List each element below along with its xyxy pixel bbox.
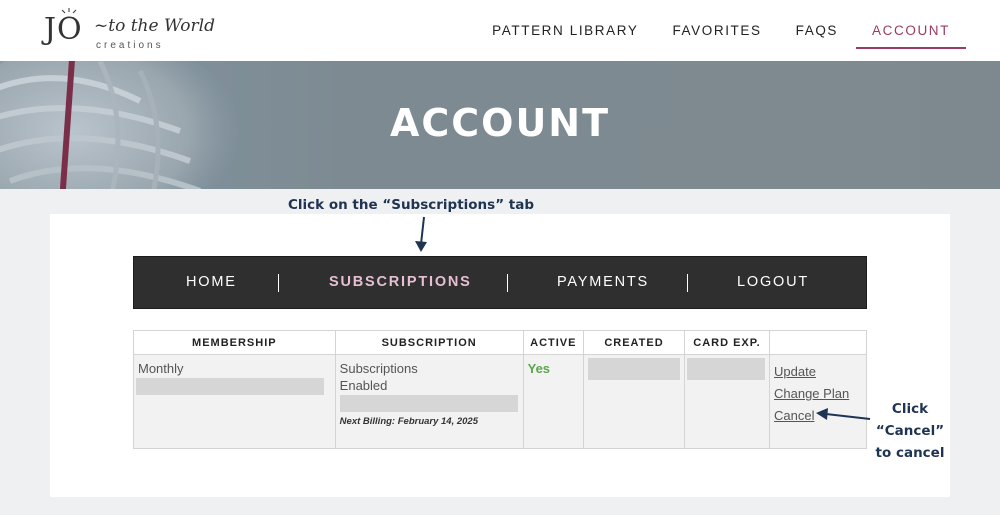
tab-payments[interactable]: PAYMENTS <box>557 257 649 308</box>
cell-active: Yes <box>522 354 585 449</box>
redacted-block <box>588 358 680 380</box>
col-header-subscription: SUBSCRIPTION <box>334 330 524 355</box>
col-header-created: CREATED <box>583 330 685 355</box>
cancel-link[interactable]: Cancel <box>774 405 862 427</box>
tab-separator <box>507 274 508 292</box>
active-status: Yes <box>527 361 551 376</box>
change-plan-link[interactable]: Change Plan <box>774 383 862 405</box>
col-header-card-exp: CARD EXP. <box>684 330 770 355</box>
membership-value: Monthly <box>138 361 184 376</box>
tab-hint-annotation: Click on the “Subscriptions” tab <box>288 197 535 213</box>
tab-home[interactable]: HOME <box>186 257 237 308</box>
page-title: ACCOUNT <box>389 101 611 145</box>
nav-account[interactable]: ACCOUNT <box>856 0 966 61</box>
table-header-row: MEMBERSHIP SUBSCRIPTION ACTIVE CREATED C… <box>133 330 867 355</box>
nav-faqs[interactable]: FAQS <box>796 0 838 61</box>
cancel-hint-line: to cancel <box>875 445 945 461</box>
subscriptions-table: MEMBERSHIP SUBSCRIPTION ACTIVE CREATED C… <box>133 330 867 449</box>
site-header: JO ~to the World creations PATTERN LIBRA… <box>0 0 1000 61</box>
logo-main-text: JO <box>44 12 83 47</box>
col-header-actions <box>769 330 867 355</box>
hero-banner: ACCOUNT <box>0 61 1000 189</box>
cell-card-exp <box>684 354 770 449</box>
tab-logout[interactable]: LOGOUT <box>737 257 809 308</box>
cell-subscription: Subscriptions Enabled Next Billing: Febr… <box>334 354 524 449</box>
redacted-block <box>687 358 765 380</box>
tab-subscriptions[interactable]: SUBSCRIPTIONS <box>329 257 472 308</box>
col-header-membership: MEMBERSHIP <box>133 330 336 355</box>
redacted-block <box>339 395 518 412</box>
account-tab-bar: HOME SUBSCRIPTIONS PAYMENTS LOGOUT <box>133 256 867 309</box>
cell-membership: Monthly <box>133 354 336 449</box>
logo-sub-text: creations <box>96 40 164 51</box>
cell-created <box>583 354 685 449</box>
logo-script-text: ~to the World <box>94 16 215 36</box>
tab-separator <box>278 274 279 292</box>
nav-pattern-library[interactable]: PATTERN LIBRARY <box>492 0 638 61</box>
redacted-block <box>136 378 324 395</box>
nav-favorites[interactable]: FAVORITES <box>672 0 761 61</box>
site-logo[interactable]: JO ~to the World creations <box>44 8 215 56</box>
update-link[interactable]: Update <box>774 361 862 383</box>
table-row: Monthly Subscriptions Enabled Next Billi… <box>133 354 867 449</box>
cancel-hint-line: Click <box>891 401 929 417</box>
subscription-line-1: Subscriptions <box>339 361 418 376</box>
cancel-hint-annotation: Click “Cancel” to cancel <box>872 398 948 464</box>
cell-actions: Update Change Plan Cancel <box>769 354 867 449</box>
col-header-active: ACTIVE <box>522 330 585 355</box>
tab-separator <box>687 274 688 292</box>
next-billing-text: Next Billing: February 14, 2025 <box>339 416 479 427</box>
cancel-hint-line: “Cancel” <box>875 423 945 439</box>
main-nav: PATTERN LIBRARY FAVORITES FAQS ACCOUNT <box>458 0 966 61</box>
subscription-line-2: Enabled <box>339 378 388 393</box>
